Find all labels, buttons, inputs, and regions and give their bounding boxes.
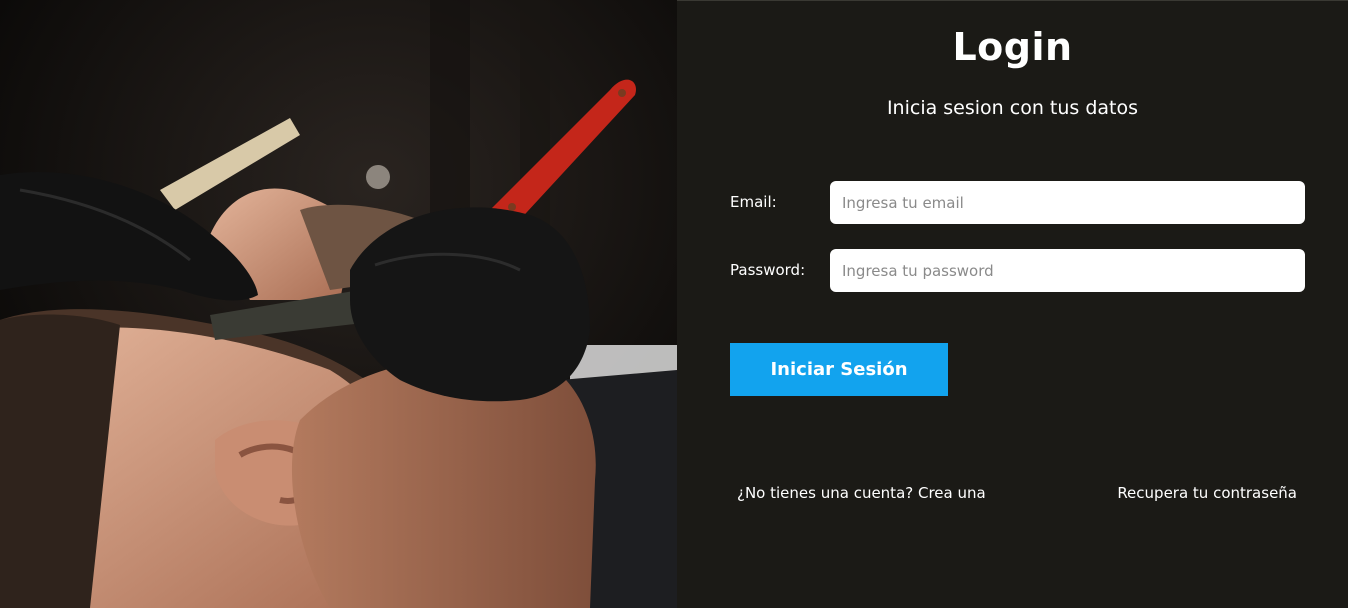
page-title: Login	[952, 25, 1073, 69]
hero-image	[0, 0, 677, 608]
signup-link[interactable]: ¿No tienes una cuenta? Crea una	[737, 484, 986, 502]
password-label: Password:	[730, 261, 806, 279]
email-field[interactable]	[830, 181, 1305, 224]
password-field[interactable]	[830, 249, 1305, 292]
page-subtitle: Inicia sesion con tus datos	[886, 97, 1139, 119]
login-button[interactable]: Iniciar Sesión	[730, 343, 948, 396]
recover-password-link[interactable]: Recupera tu contraseña	[1117, 484, 1297, 502]
email-label: Email:	[730, 193, 777, 211]
login-panel: Login Inicia sesion con tus datos Email:…	[677, 0, 1348, 608]
